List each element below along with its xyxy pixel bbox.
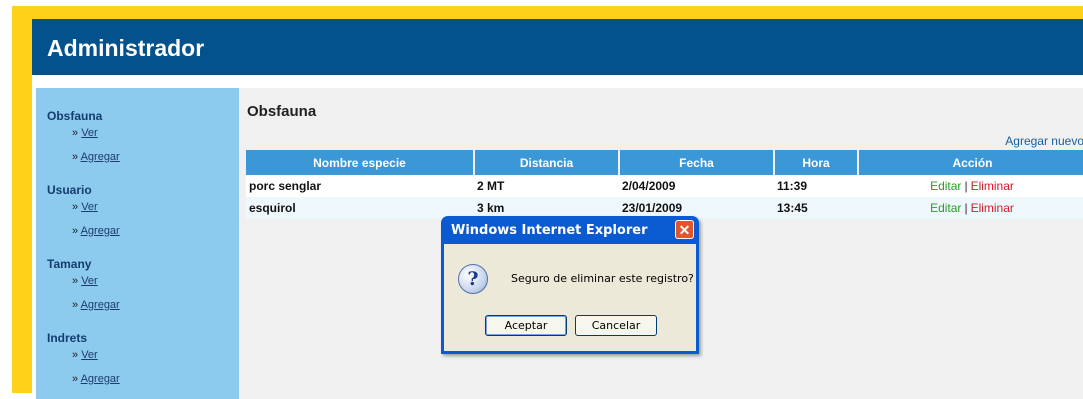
sidebar-link-label[interactable]: Ver	[81, 201, 98, 213]
app-header: Administrador	[32, 19, 1083, 75]
sidebar-link-usuario-ver[interactable]: » Ver	[72, 201, 98, 213]
confirm-dialog: Windows Internet Explorer ✕ ? Seguro de …	[441, 216, 699, 354]
close-icon[interactable]: ✕	[675, 220, 694, 239]
table-header-row: Nombre especie Distancia Fecha Hora Acci…	[246, 150, 1083, 175]
cell-nombre: porc senglar	[246, 175, 474, 197]
sidebar-link-label[interactable]: Ver	[81, 127, 98, 139]
dialog-title: Windows Internet Explorer	[451, 223, 648, 238]
sidebar-link-obsfauna-ver[interactable]: » Ver	[72, 127, 98, 139]
sidebar-link-indrets-ver[interactable]: » Ver	[72, 349, 98, 361]
sidebar-section-obsfauna: Obsfauna	[47, 109, 103, 123]
sidebar-link-label[interactable]: Agregar	[81, 225, 120, 237]
question-icon: ?	[458, 264, 488, 294]
delete-link[interactable]: Eliminar	[971, 179, 1014, 193]
cell-accion: Editar | Eliminar	[858, 175, 1083, 197]
sidebar: Obsfauna » Ver » Agregar Usuario » Ver »…	[36, 88, 239, 399]
action-separator: |	[964, 201, 968, 215]
cancel-button[interactable]: Cancelar	[575, 315, 657, 336]
edit-link[interactable]: Editar	[930, 179, 961, 193]
sidebar-link-tamany-agregar[interactable]: » Agregar	[72, 299, 120, 311]
sidebar-link-usuario-agregar[interactable]: » Agregar	[72, 225, 120, 237]
sidebar-link-label[interactable]: Ver	[81, 349, 98, 361]
cell-fecha: 2/04/2009	[619, 175, 774, 197]
sidebar-link-tamany-ver[interactable]: » Ver	[72, 275, 98, 287]
dialog-body: ? Seguro de eliminar este registro? Acep…	[444, 244, 696, 351]
sidebar-link-label[interactable]: Agregar	[81, 151, 120, 163]
cell-hora: 13:45	[774, 197, 858, 219]
action-separator: |	[964, 179, 968, 193]
accept-button[interactable]: Aceptar	[485, 315, 567, 336]
sidebar-link-obsfauna-agregar[interactable]: » Agregar	[72, 151, 120, 163]
column-header-nombre: Nombre especie	[246, 150, 475, 175]
cell-nombre: esquirol	[246, 197, 474, 219]
column-header-accion: Acción	[858, 150, 1083, 175]
dialog-message: Seguro de eliminar este registro?	[511, 272, 694, 285]
column-header-fecha: Fecha	[619, 150, 775, 175]
sidebar-section-indrets: Indrets	[47, 331, 88, 345]
sidebar-link-label[interactable]: Ver	[81, 275, 98, 287]
page-title: Obsfauna	[247, 103, 317, 120]
table-row: porc senglar 2 MT 2/04/2009 11:39 Editar…	[246, 175, 1083, 197]
sidebar-link-label[interactable]: Agregar	[81, 299, 120, 311]
records-table: Nombre especie Distancia Fecha Hora Acci…	[246, 150, 1083, 219]
sidebar-section-usuario: Usuario	[47, 183, 92, 197]
sidebar-link-indrets-agregar[interactable]: » Agregar	[72, 373, 120, 385]
sidebar-link-label[interactable]: Agregar	[81, 373, 120, 385]
edit-link[interactable]: Editar	[930, 201, 961, 215]
cell-distancia: 2 MT	[474, 175, 619, 197]
cell-hora: 11:39	[774, 175, 858, 197]
app-title: Administrador	[47, 35, 205, 61]
sidebar-section-tamany: Tamany	[47, 257, 92, 271]
column-header-distancia: Distancia	[474, 150, 620, 175]
column-header-hora: Hora	[774, 150, 859, 175]
cell-accion: Editar | Eliminar	[858, 197, 1083, 219]
delete-link[interactable]: Eliminar	[971, 201, 1014, 215]
add-new-link[interactable]: Agregar nuevo	[1005, 134, 1083, 148]
